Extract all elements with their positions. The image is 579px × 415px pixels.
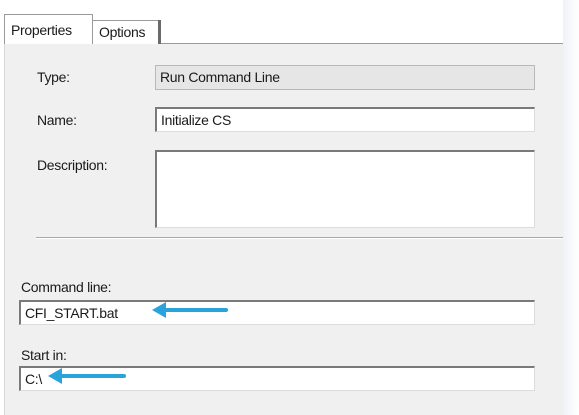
description-input[interactable] (155, 150, 535, 228)
start-in-label: Start in: (21, 347, 67, 363)
properties-dialog: Properties Options Type: Run Command Lin… (0, 0, 579, 415)
arrow-icon (152, 302, 228, 318)
type-label: Type: (37, 69, 70, 85)
tab-options[interactable]: Options (92, 20, 160, 44)
type-field: Run Command Line (155, 65, 535, 90)
name-input[interactable]: Initialize CS (155, 107, 535, 132)
name-label: Name: (37, 112, 77, 128)
panel-edge (563, 0, 579, 415)
tab-properties[interactable]: Properties (4, 14, 93, 44)
properties-panel (4, 43, 564, 415)
command-line-label: Command line: (21, 279, 112, 295)
command-line-input[interactable]: CFI_START.bat (19, 300, 535, 325)
separator (36, 237, 563, 239)
description-label: Description: (37, 157, 108, 173)
tab-shadow (158, 20, 161, 44)
tab-strip: Properties Options (0, 0, 579, 46)
arrow-icon (48, 368, 126, 384)
